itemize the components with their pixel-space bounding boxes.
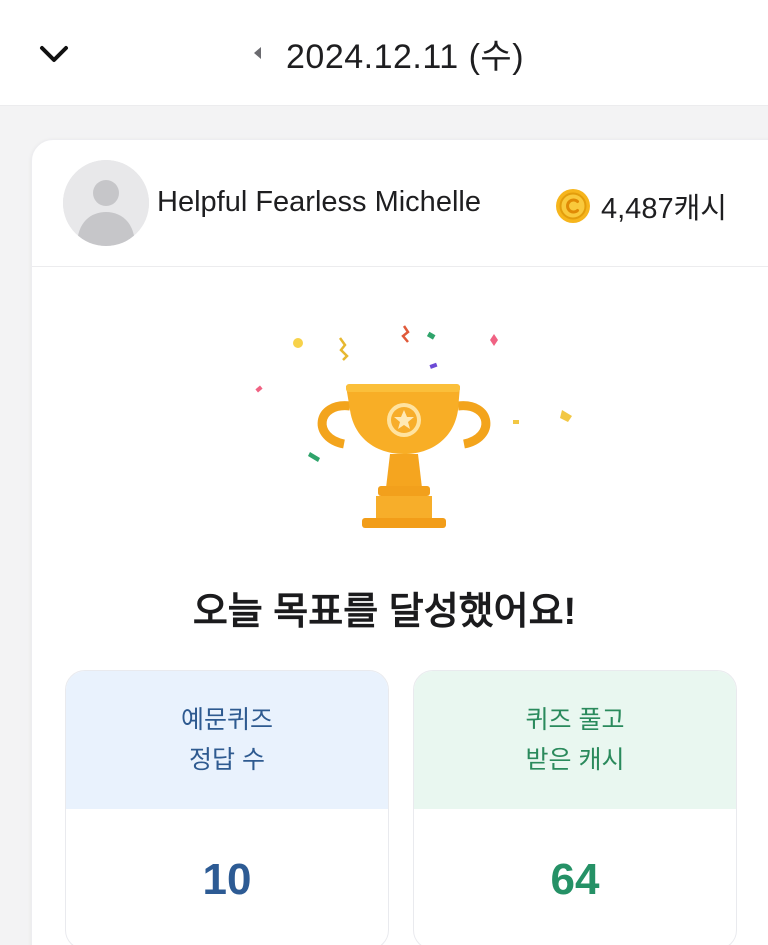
stat-header: 예문퀴즈 정답 수 bbox=[66, 671, 388, 809]
profile-row: Helpful Fearless Michelle 4,487캐시 bbox=[32, 140, 768, 267]
trophy-icon bbox=[255, 325, 572, 528]
user-name: Helpful Fearless Michelle bbox=[157, 186, 481, 218]
date-selector: 2024.12.11 (수) bbox=[250, 26, 524, 80]
goal-achieved-message: 오늘 목표를 달성했어요! bbox=[192, 591, 577, 633]
result-card: Helpful Fearless Michelle 4,487캐시 오늘 목표를… bbox=[31, 139, 768, 945]
correct-answers-card: 예문퀴즈 정답 수 10 bbox=[65, 670, 389, 945]
stat-title-line2: 받은 캐시 bbox=[525, 746, 625, 774]
stat-header: 퀴즈 풀고 받은 캐시 bbox=[414, 671, 736, 809]
stat-title-line1: 퀴즈 풀고 bbox=[525, 706, 625, 734]
cash-balance[interactable]: 4,487캐시 bbox=[555, 185, 727, 227]
stat-title-line1: 예문퀴즈 bbox=[180, 706, 273, 734]
trophy-illustration bbox=[232, 320, 572, 550]
chevron-down-icon bbox=[40, 46, 68, 62]
previous-date-button[interactable] bbox=[250, 43, 264, 63]
coin-icon bbox=[556, 189, 590, 223]
caret-left-icon bbox=[254, 47, 261, 59]
earned-cash-card: 퀴즈 풀고 받은 캐시 64 bbox=[413, 670, 737, 945]
avatar[interactable] bbox=[63, 160, 149, 246]
correct-answers-value: 10 bbox=[202, 855, 252, 904]
cash-amount: 4,487캐시 bbox=[601, 193, 727, 225]
collapse-button[interactable] bbox=[30, 30, 78, 78]
top-bar: 2024.12.11 (수) bbox=[0, 0, 768, 106]
stat-title-line2: 정답 수 bbox=[189, 746, 265, 774]
earned-cash-value: 64 bbox=[550, 855, 600, 904]
date-label: 2024.12.11 (수) bbox=[286, 37, 525, 76]
avatar-placeholder-icon bbox=[63, 160, 149, 246]
